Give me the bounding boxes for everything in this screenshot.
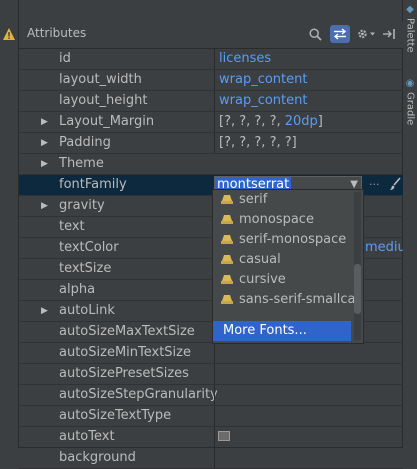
margin-prefix: [?, ?, ?, ?, xyxy=(219,114,285,129)
panel-title: Attributes xyxy=(27,26,87,40)
expand-triangle-icon[interactable]: ▶ xyxy=(41,112,48,132)
settings-button[interactable] xyxy=(355,25,377,43)
attr-value[interactable]: [?, ?, ?, ?, 20dp] xyxy=(214,112,403,132)
attr-name: id xyxy=(59,51,71,66)
attr-name: Padding xyxy=(59,135,111,150)
attr-name: autoLink xyxy=(59,303,115,318)
swap-arrows-icon xyxy=(333,28,347,40)
attr-row-autotext[interactable]: autoText xyxy=(19,427,403,448)
attr-value[interactable]: wrap_content xyxy=(214,91,403,111)
font-option-label: serif xyxy=(239,192,268,207)
more-options-button[interactable]: ··· xyxy=(369,175,380,195)
font-option-label: casual xyxy=(239,252,281,267)
palette-icon: ◆ xyxy=(404,4,416,15)
tab-gradle-label: Gradle xyxy=(404,92,416,126)
toggle-view-button[interactable] xyxy=(330,25,350,43)
checkbox-icon[interactable] xyxy=(218,431,230,441)
attr-name: background xyxy=(59,450,136,465)
attr-name: textColor xyxy=(59,240,119,255)
attr-value[interactable] xyxy=(214,364,403,384)
attr-value[interactable] xyxy=(214,448,403,468)
attr-name: textSize xyxy=(59,261,112,276)
font-option-label: serif-monospace xyxy=(239,232,347,247)
font-icon xyxy=(221,215,233,224)
font-icon xyxy=(221,235,233,244)
font-option-label: cursive xyxy=(239,272,286,287)
attr-row-layout-margin[interactable]: ▶ Layout_Margin [?, ?, ?, ?, 20dp] xyxy=(19,112,403,133)
attr-name: Theme xyxy=(59,156,104,171)
brush-icon[interactable] xyxy=(389,177,401,191)
margin-suffix: ] xyxy=(317,114,323,129)
attr-name: autoSizeTextType xyxy=(59,408,172,423)
attr-name: autoText xyxy=(59,429,115,444)
scrollbar-thumb[interactable] xyxy=(354,264,361,314)
font-icon xyxy=(221,295,233,304)
font-icon xyxy=(221,195,233,204)
attr-name: autoSizeMaxTextSize xyxy=(59,324,195,339)
attr-name: gravity xyxy=(59,198,105,213)
attr-name: Layout_Margin xyxy=(59,114,155,129)
tab-palette-label: Palette xyxy=(404,18,416,53)
attr-row-background[interactable]: background xyxy=(19,448,403,469)
expand-triangle-icon[interactable]: ▶ xyxy=(41,301,48,321)
attr-value[interactable] xyxy=(214,427,403,447)
attr-value[interactable]: wrap_content xyxy=(214,70,403,90)
attr-name: layout_height xyxy=(59,93,148,108)
tab-palette[interactable]: ◆ Palette xyxy=(403,4,417,53)
attr-value[interactable]: [?, ?, ?, ?, ?] xyxy=(214,133,403,153)
attributes-header: Attributes xyxy=(19,21,403,49)
gear-icon xyxy=(358,29,375,39)
hide-panel-icon xyxy=(383,29,395,39)
attr-name: autoSizeMinTextSize xyxy=(59,345,191,360)
attr-row-layout-height[interactable]: layout_height wrap_content xyxy=(19,91,403,112)
font-option-serif-monospace[interactable]: serif-monospace xyxy=(213,230,363,250)
attr-name: text xyxy=(59,219,85,234)
margin-set-value: 20dp xyxy=(284,114,318,129)
search-icon xyxy=(308,27,322,41)
expand-triangle-icon[interactable]: ▶ xyxy=(41,196,48,216)
font-option-casual[interactable]: casual xyxy=(213,250,363,270)
tab-gradle[interactable]: ◉ Gradle xyxy=(403,78,417,125)
attr-row-autosizemintextsize[interactable]: autoSizeMinTextSize xyxy=(19,343,403,364)
attr-row-theme[interactable]: ▶ Theme xyxy=(19,154,403,175)
attr-row-autosizestepgranularity[interactable]: autoSizeStepGranularity xyxy=(19,385,403,406)
attr-name: fontFamily xyxy=(59,177,127,192)
hide-panel-button[interactable] xyxy=(381,25,397,43)
attr-row-autosizepresetsizes[interactable]: autoSizePresetSizes xyxy=(19,364,403,385)
attr-name: alpha xyxy=(59,282,96,297)
font-icon xyxy=(221,275,233,284)
attr-name: autoSizePresetSizes xyxy=(59,366,189,381)
attr-row-autosizetexttype[interactable]: autoSizeTextType xyxy=(19,406,403,427)
textcolor-value: mediu xyxy=(365,240,403,255)
attr-row-padding[interactable]: ▶ Padding [?, ?, ?, ?, ?] xyxy=(19,133,403,154)
attr-value[interactable] xyxy=(214,406,403,426)
font-option-sans-serif-smallcaps[interactable]: sans-serif-smallca xyxy=(213,290,363,310)
right-tool-strip: ◆ Palette ◉ Gradle xyxy=(402,0,417,448)
font-option-cursive[interactable]: cursive xyxy=(213,270,363,290)
attr-name: layout_width xyxy=(59,72,142,87)
expand-triangle-icon[interactable]: ▶ xyxy=(41,133,48,153)
search-button[interactable] xyxy=(307,25,323,43)
attr-row-layout-width[interactable]: layout_width wrap_content xyxy=(19,70,403,91)
expand-triangle-icon[interactable]: ▶ xyxy=(41,154,48,174)
font-option-monospace[interactable]: monospace xyxy=(213,210,363,230)
font-option-serif[interactable]: serif xyxy=(213,190,363,210)
font-icon xyxy=(221,255,233,264)
font-family-dropdown: serif monospace serif-monospace casual c… xyxy=(212,189,364,344)
attr-value[interactable]: licenses xyxy=(214,49,403,69)
attr-name: autoSizeStepGranularity xyxy=(59,387,218,402)
left-tool-strip xyxy=(0,0,19,448)
gradle-icon: ◉ xyxy=(404,78,416,89)
dropdown-scrollbar[interactable] xyxy=(354,192,361,340)
font-option-label: sans-serif-smallca xyxy=(239,292,356,307)
attr-row-id[interactable]: id licenses xyxy=(19,49,403,70)
font-option-label: monospace xyxy=(239,212,314,227)
attr-value[interactable] xyxy=(214,343,403,363)
more-fonts-option[interactable]: More Fonts... xyxy=(213,321,351,341)
warning-icon[interactable] xyxy=(2,27,16,41)
attr-value[interactable] xyxy=(214,385,403,405)
